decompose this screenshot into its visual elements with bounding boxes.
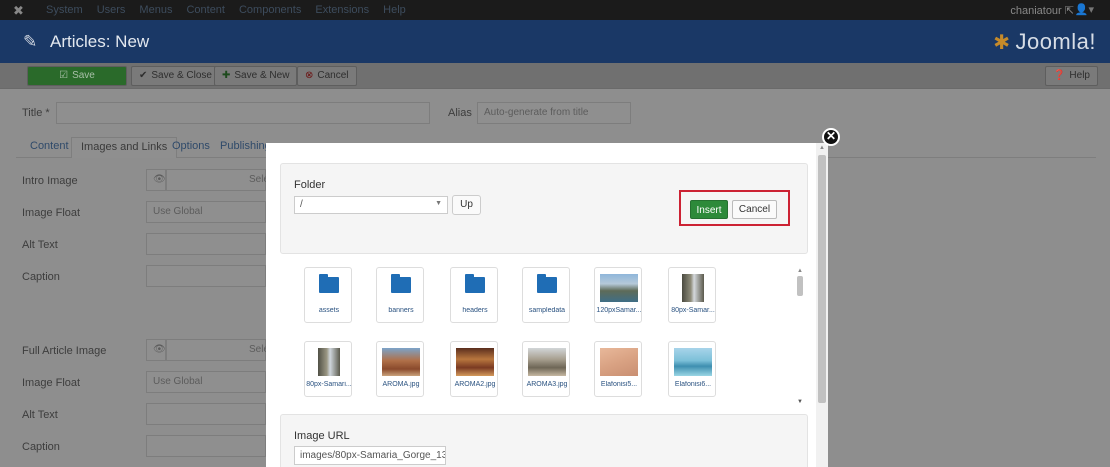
full-image-field[interactable]: Select: [166, 339, 277, 361]
image-tile[interactable]: 120pxSamar...: [594, 267, 642, 323]
preview-eye-icon-2[interactable]: 👁: [146, 339, 166, 361]
menu-menus[interactable]: Menus: [139, 4, 172, 16]
menu-help[interactable]: Help: [383, 4, 406, 16]
page-header: ✎ Articles: New ✱ Joomla!: [0, 20, 1110, 63]
save-close-button[interactable]: ✔ Save & Close: [131, 66, 220, 86]
menu-system[interactable]: System: [46, 4, 83, 16]
edit-icon: ☑: [59, 70, 69, 81]
tab-content[interactable]: Content: [21, 137, 78, 158]
image-thumbnail: [528, 348, 566, 376]
main-menu: System Users Menus Content Components Ex…: [46, 4, 406, 16]
caption-input[interactable]: [146, 265, 266, 287]
image-float-select[interactable]: Use Global: [146, 201, 266, 223]
title-input[interactable]: [56, 102, 430, 124]
question-icon: ❓: [1052, 70, 1066, 81]
image-thumbnail: [682, 274, 704, 302]
alt-text-label: Alt Text: [22, 239, 58, 251]
image-thumbnail: [456, 348, 494, 376]
image-tile[interactable]: AROMA3.jpg: [522, 341, 570, 397]
menu-extensions[interactable]: Extensions: [315, 4, 369, 16]
image-thumbnail: [600, 348, 638, 376]
alias-label: Alias: [448, 107, 472, 119]
image-thumbnail: [382, 348, 420, 376]
modal-scrollbar[interactable]: ▲: [816, 143, 828, 467]
joomla-logo-icon[interactable]: ✖: [13, 3, 24, 19]
pencil-icon: ✎: [23, 32, 38, 51]
folder-icon: [391, 274, 411, 293]
image-tile[interactable]: Elafonisi6...: [668, 341, 716, 397]
joomla-mark-icon: ✱: [993, 32, 1011, 54]
up-button[interactable]: Up: [452, 195, 481, 215]
intro-image-field[interactable]: Select: [166, 169, 277, 191]
tab-images-links[interactable]: Images and Links: [71, 137, 178, 158]
image-thumbnail: [600, 274, 638, 302]
image-tile[interactable]: 80px-Samari...: [304, 341, 352, 397]
intro-image-label: Intro Image: [22, 175, 78, 187]
image-tile[interactable]: AROMA.jpg: [376, 341, 424, 397]
scrollbar-thumb[interactable]: [818, 155, 826, 403]
cancel-button[interactable]: ⊗ Cancel: [297, 66, 357, 86]
image-thumbnail: [318, 348, 340, 376]
close-icon[interactable]: ✕: [822, 128, 840, 146]
chevron-down-icon: ▼: [435, 200, 442, 207]
page-title: Articles: New: [50, 32, 150, 51]
plus-icon: ✚: [222, 70, 231, 81]
joomla-brand: ✱ Joomla!: [993, 29, 1096, 54]
image-url-panel: Image URL images/80px-Samaria_Gorge_13.j…: [280, 414, 808, 467]
folder-select[interactable]: / ▼: [294, 196, 448, 214]
folder-tile[interactable]: headers: [450, 267, 498, 323]
folder-icon: [537, 274, 557, 293]
folder-tile[interactable]: banners: [376, 267, 424, 323]
image-float-label: Image Float: [22, 207, 81, 219]
file-grid-scrollbar[interactable]: ▲ ▼: [796, 268, 804, 405]
image-float-select-2[interactable]: Use Global: [146, 371, 266, 393]
save-new-button[interactable]: ✚ Save & New: [214, 66, 298, 86]
image-url-label: Image URL: [294, 430, 350, 442]
scroll-down-icon[interactable]: ▼: [797, 399, 803, 405]
alias-input[interactable]: Auto-generate from title: [477, 102, 631, 124]
user-icon[interactable]: 👤▾: [1075, 3, 1094, 16]
title-label: Title *: [22, 107, 50, 119]
help-button[interactable]: ❓ Help: [1044, 66, 1098, 86]
alt-text-label-2: Alt Text: [22, 409, 58, 421]
menu-components[interactable]: Components: [239, 4, 301, 16]
menu-content[interactable]: Content: [186, 4, 225, 16]
scroll-up-icon[interactable]: ▲: [797, 268, 803, 274]
alt-text-input[interactable]: [146, 233, 266, 255]
folder-tile[interactable]: sampledata: [522, 267, 570, 323]
scroll-up-icon[interactable]: ▲: [819, 145, 825, 151]
image-picker-modal: Folder / ▼ Up Insert Cancel assets banne…: [266, 143, 828, 467]
preview-eye-icon[interactable]: 👁: [146, 169, 166, 191]
top-navbar: ✖ System Users Menus Content Components …: [0, 0, 1110, 20]
save-button[interactable]: ☑ Save: [27, 66, 127, 86]
folder-icon: [465, 274, 485, 293]
menu-users[interactable]: Users: [97, 4, 126, 16]
site-link[interactable]: chaniatour ⇱: [1010, 4, 1074, 17]
image-thumbnail: [674, 348, 712, 376]
cancel-icon: ⊗: [305, 70, 314, 81]
caption-input-2[interactable]: [146, 435, 266, 457]
folder-icon: [319, 274, 339, 293]
image-float-label-2: Image Float: [22, 377, 81, 389]
full-image-label: Full Article Image: [22, 345, 107, 357]
insert-button[interactable]: Insert: [690, 200, 728, 219]
alt-text-input-2[interactable]: [146, 403, 266, 425]
caption-label-2: Caption: [22, 441, 60, 453]
scrollbar-thumb[interactable]: [797, 276, 803, 296]
image-tile[interactable]: Elafonisi5...: [594, 341, 642, 397]
image-tile[interactable]: AROMA2.jpg: [450, 341, 498, 397]
folder-label: Folder: [294, 179, 326, 191]
modal-cancel-button[interactable]: Cancel: [732, 200, 777, 219]
check-icon: ✔: [139, 70, 148, 81]
toolbar: ☑ Save ✔ Save & Close ✚ Save & New ⊗ Cancel …: [0, 63, 1110, 89]
caption-label: Caption: [22, 271, 60, 283]
folder-tile[interactable]: assets: [304, 267, 352, 323]
image-url-input[interactable]: images/80px-Samaria_Gorge_13.jpg: [294, 446, 446, 465]
image-tile[interactable]: 80px-Samar...: [668, 267, 716, 323]
file-grid: assets banners headers sampledata 120pxS…: [280, 262, 808, 409]
